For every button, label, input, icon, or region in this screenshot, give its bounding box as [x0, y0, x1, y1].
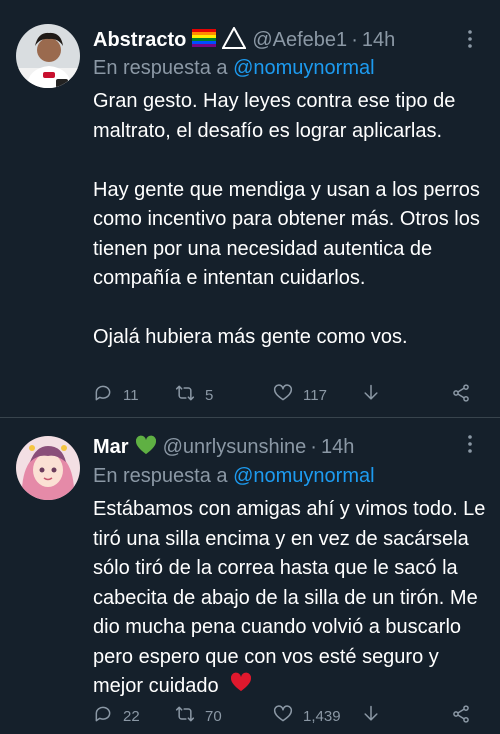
tweet-header: Abstracto @Aefebe1 · 14h — [93, 25, 460, 55]
bookmark-icon — [361, 383, 381, 407]
tweet-paragraph: Gran gesto. Hay leyes contra ese tipo de… — [93, 90, 456, 142]
reply-context: En respuesta a @nomuynormal — [93, 465, 375, 488]
bookmark-icon — [361, 704, 381, 728]
bookmark-button[interactable] — [361, 701, 381, 731]
reply-button[interactable]: 22 — [93, 701, 140, 731]
separator-dot: · — [351, 28, 358, 51]
reply-button[interactable]: 11 — [93, 380, 139, 410]
like-button[interactable]: 117 — [273, 380, 327, 410]
separator-dot: · — [310, 435, 317, 458]
green-heart-emoji — [135, 435, 157, 460]
retweet-count: 70 — [205, 707, 222, 725]
tweet-paragraph: Estábamos con amigas ahí y vimos todo. L… — [93, 498, 486, 698]
action-bar: 22 70 1,439 — [93, 701, 483, 731]
reply-count: 22 — [123, 707, 140, 725]
more-icon[interactable] — [458, 432, 482, 456]
tweet[interactable]: Abstracto @Aefebe1 · 14h En respuesta a … — [0, 0, 500, 418]
reply-mention[interactable]: @nomuynormal — [233, 57, 374, 79]
tweet-header: Mar @unrlysunshine · 14h — [93, 432, 460, 462]
like-icon — [273, 704, 293, 728]
reply-prefix: En respuesta a — [93, 57, 228, 79]
like-count: 1,439 — [303, 707, 341, 725]
like-button[interactable]: 1,439 — [273, 701, 341, 731]
timestamp[interactable]: 14h — [321, 436, 354, 459]
reply-mention[interactable]: @nomuynormal — [233, 465, 374, 487]
retweet-button[interactable]: 70 — [175, 701, 222, 731]
reply-icon — [93, 383, 113, 407]
action-bar: 11 5 117 — [93, 380, 483, 410]
reply-icon — [93, 704, 113, 728]
avatar[interactable] — [16, 24, 80, 88]
avatar[interactable] — [16, 436, 80, 500]
retweet-button[interactable]: 5 — [175, 380, 213, 410]
tweet-paragraph: Hay gente que mendiga y usan a los perro… — [93, 178, 480, 290]
like-icon — [273, 383, 293, 407]
retweet-icon — [175, 704, 195, 728]
red-heart-emoji — [230, 672, 252, 702]
share-icon — [451, 383, 471, 407]
share-button[interactable] — [451, 380, 471, 410]
rainbow-flag-emoji — [192, 28, 217, 52]
handle[interactable]: @Aefebe1 — [252, 29, 347, 52]
reply-context: En respuesta a @nomuynormal — [93, 57, 375, 80]
triangle-emoji — [221, 25, 248, 54]
like-count: 117 — [303, 386, 327, 404]
reply-prefix: En respuesta a — [93, 465, 228, 487]
display-name[interactable]: Abstracto — [93, 29, 186, 52]
timestamp[interactable]: 14h — [362, 29, 395, 52]
reply-count: 11 — [123, 386, 139, 404]
retweet-icon — [175, 383, 195, 407]
display-name[interactable]: Mar — [93, 436, 129, 459]
share-icon — [451, 704, 471, 728]
retweet-count: 5 — [205, 386, 214, 404]
more-icon[interactable] — [458, 27, 482, 51]
tweet-text: Gran gesto. Hay leyes contra ese tipo de… — [93, 87, 493, 353]
tweet-paragraph: Ojalá hubiera más gente como vos. — [93, 326, 408, 348]
handle[interactable]: @unrlysunshine — [163, 436, 307, 459]
share-button[interactable] — [451, 701, 471, 731]
tweet[interactable]: Mar @unrlysunshine · 14h En respuesta a … — [0, 418, 500, 734]
bookmark-button[interactable] — [361, 380, 381, 410]
tweet-text: Estábamos con amigas ahí y vimos todo. L… — [93, 495, 493, 702]
